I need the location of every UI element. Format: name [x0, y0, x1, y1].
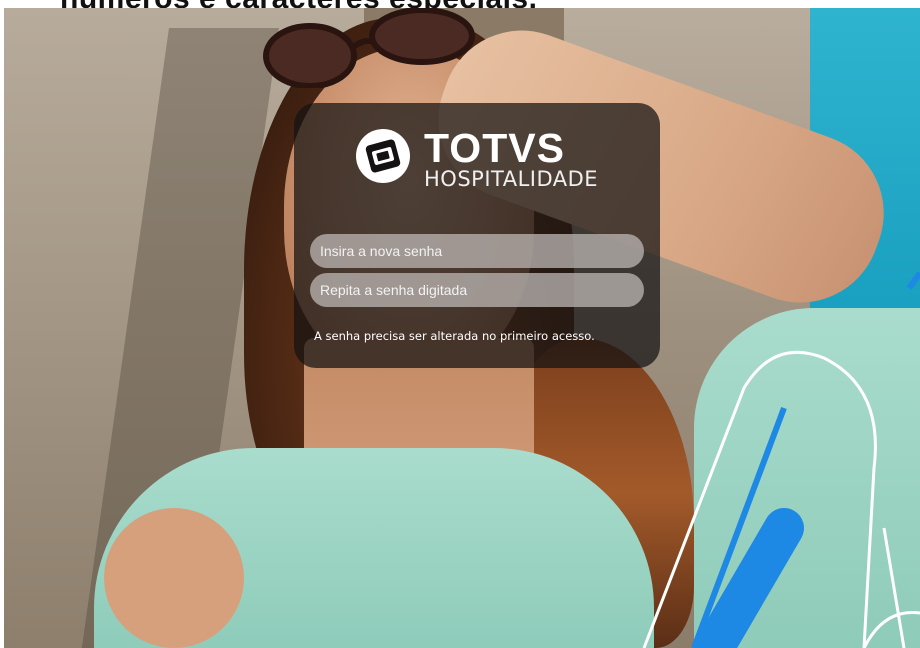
brand-logo: TOTVS HOSPITALIDADE [356, 125, 598, 191]
brand-product: HOSPITALIDADE [424, 167, 599, 191]
password-change-notice: A senha precisa ser alterada no primeiro… [314, 329, 595, 343]
login-panel: TOTVS HOSPITALIDADE A senha precisa ser … [294, 103, 660, 368]
totvs-logo-icon [356, 129, 410, 183]
new-password-input[interactable] [310, 234, 644, 268]
repeat-password-input[interactable] [310, 273, 644, 307]
background-photo: TOTVS HOSPITALIDADE A senha precisa ser … [4, 8, 920, 648]
brand-name: TOTVS [424, 125, 565, 171]
